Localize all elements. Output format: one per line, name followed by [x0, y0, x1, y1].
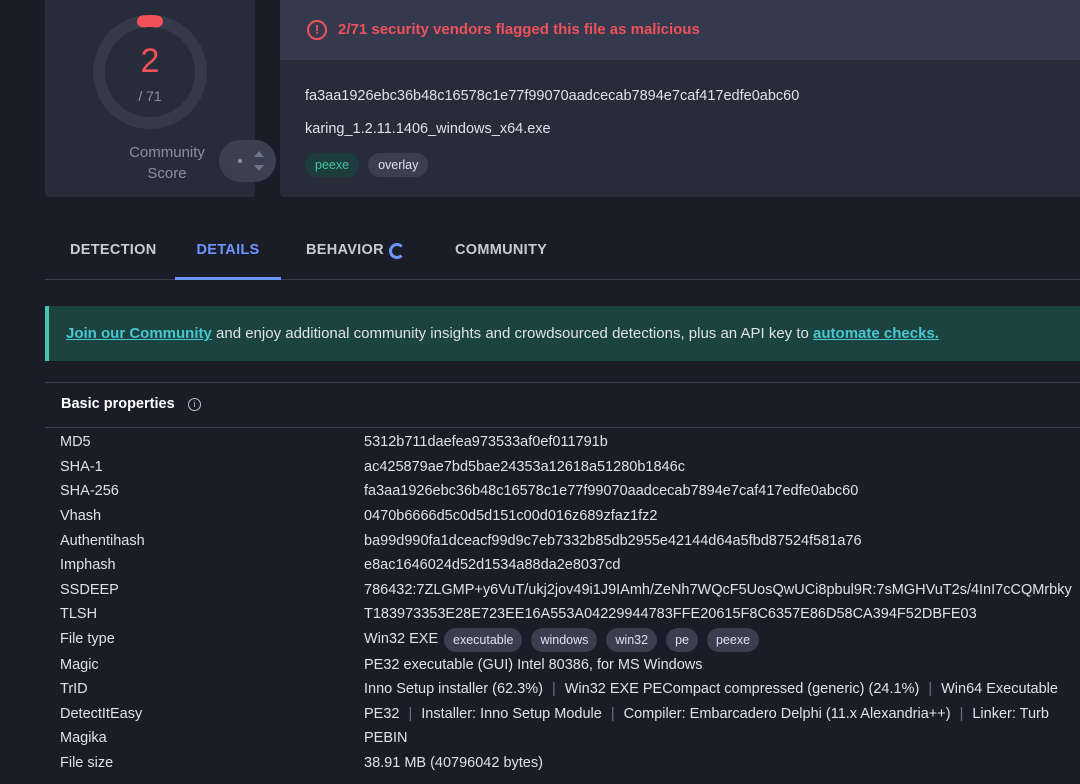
file-sha256[interactable]: fa3aa1926ebc36b48c16578c1e77f99070aadcec… — [305, 88, 799, 104]
tag-executable[interactable]: executable — [444, 628, 523, 652]
file-tags: peexe overlay — [305, 153, 429, 177]
property-row-tlsh: TLSH T183973353E28E723EE16A553A042299447… — [60, 606, 977, 622]
divider — [45, 427, 1080, 428]
tag-windows[interactable]: windows — [531, 628, 598, 652]
vote-down-icon[interactable] — [254, 165, 264, 171]
join-community-link[interactable]: Join our Community — [66, 325, 212, 342]
automate-checks-link[interactable]: automate checks. — [813, 325, 939, 342]
tab-community[interactable]: COMMUNITY — [455, 226, 547, 280]
community-score-label: Community Score — [129, 144, 205, 182]
malicious-alert-text: 2/71 security vendors flagged this file … — [338, 21, 700, 38]
alert-circle-icon: ! — [307, 20, 327, 40]
property-row-trid: TrID Inno Setup installer (62.3%) | Win32 … — [60, 681, 1058, 697]
tab-behavior[interactable]: BEHAVIOR — [306, 226, 384, 280]
property-row-authentihash: Authentihash ba99d990fa1dceacf99d9c7eb73… — [60, 533, 862, 549]
vote-score-dot-icon — [238, 159, 242, 163]
basic-properties-panel: Basic properties i MD5 5312b711daefea973… — [45, 382, 1080, 784]
file-summary-card: ! 2/71 security vendors flagged this fil… — [280, 0, 1080, 197]
tab-detection[interactable]: DETECTION — [70, 226, 156, 280]
banner-text: Join our Community and enjoy additional … — [66, 325, 939, 342]
separator: | — [959, 706, 964, 722]
file-name[interactable]: karing_1.2.11.1406_windows_x64.exe — [305, 121, 551, 137]
file-type-tags: executable windows win32 pe peexe — [444, 628, 760, 652]
separator: | — [408, 706, 413, 722]
loading-spinner-icon — [389, 243, 405, 259]
detection-score-card: 2 / 71 Community Score — [45, 0, 276, 197]
property-row-md5: MD5 5312b711daefea973533af0ef011791b — [60, 434, 608, 450]
property-row-sha256: SHA-256 fa3aa1926ebc36b48c16578c1e77f990… — [60, 483, 859, 499]
tag-peexe[interactable]: peexe — [706, 628, 760, 652]
malicious-alert-bar: ! 2/71 security vendors flagged this fil… — [280, 0, 1080, 60]
property-row-imphash: Imphash e8ac1646024d52d1534a88da2e8037cd — [60, 557, 621, 573]
property-row-vhash: Vhash 0470b6666d5c0d5d151c00d016z689zfaz… — [60, 508, 658, 524]
property-row-magika: Magika PEBIN — [60, 730, 408, 746]
tag-peexe[interactable]: peexe — [305, 153, 360, 177]
tag-win32[interactable]: win32 — [606, 628, 658, 652]
property-row-ssdeep: SSDEEP 786432:7ZLGMP+y6VuT/ukj2jov49i1J9… — [60, 582, 1072, 598]
report-tabs: DETECTION DETAILS BEHAVIOR COMMUNITY — [45, 226, 1080, 280]
community-banner: Join our Community and enjoy additional … — [45, 306, 1080, 361]
property-row-detectiteasy: DetectItEasy PE32 | Installer: Inno Setup … — [60, 706, 1049, 722]
property-row-magic: Magic PE32 executable (GUI) Intel 80386,… — [60, 657, 703, 673]
tab-details[interactable]: DETAILS — [175, 226, 281, 280]
separator: | — [551, 681, 556, 697]
detection-count: 2 — [140, 42, 160, 80]
detection-total: / 71 — [138, 88, 162, 104]
property-row-file-size: File size 38.91 MB (40796042 bytes) — [60, 755, 543, 771]
separator: | — [928, 681, 933, 697]
tag-pe[interactable]: pe — [666, 628, 698, 652]
basic-properties-title: Basic properties — [61, 396, 175, 412]
vote-up-icon[interactable] — [254, 151, 264, 157]
separator: | — [610, 706, 615, 722]
property-row-file-type: File type Win32 EXE executable windows w… — [60, 628, 1080, 652]
tag-overlay[interactable]: overlay — [368, 153, 429, 177]
community-vote-control[interactable] — [219, 140, 276, 182]
info-icon[interactable]: i — [188, 398, 201, 411]
property-row-sha1: SHA-1 ac425879ae7bd5bae24353a12618a51280… — [60, 459, 685, 475]
